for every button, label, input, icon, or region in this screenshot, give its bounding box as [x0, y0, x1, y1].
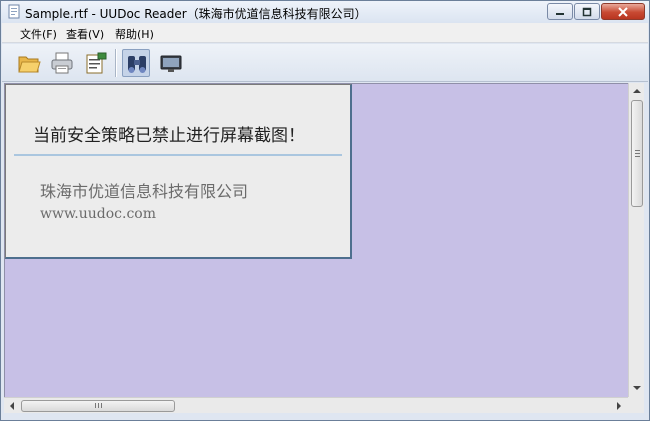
vertical-scroll-thumb[interactable]	[631, 100, 643, 207]
properties-icon	[86, 52, 107, 74]
find-icon	[128, 56, 146, 73]
scroll-down-arrow-icon[interactable]	[629, 380, 645, 396]
menu-file[interactable]: 文件(F)	[20, 26, 57, 42]
scroll-right-arrow-icon[interactable]	[611, 398, 627, 414]
app-window: Sample.rtf - UUDoc Reader（珠海市优道信息科技有限公司）…	[0, 0, 650, 421]
scroll-left-arrow-icon[interactable]	[4, 398, 20, 414]
maximize-button[interactable]	[574, 3, 600, 20]
fullscreen-icon	[160, 55, 182, 72]
close-icon	[602, 4, 644, 19]
open-button[interactable]	[15, 49, 43, 77]
app-icon	[6, 4, 22, 20]
close-button[interactable]	[601, 3, 645, 20]
horizontal-scrollbar[interactable]	[4, 397, 628, 413]
window-bottom-frame	[1, 413, 649, 420]
caption-buttons	[546, 3, 645, 21]
notice-divider	[14, 154, 342, 156]
minimize-button[interactable]	[547, 3, 573, 20]
menu-view[interactable]: 查看(V)	[66, 26, 104, 42]
print-button[interactable]	[48, 49, 76, 77]
company-name: 珠海市优道信息科技有限公司	[40, 182, 249, 201]
size-grip[interactable]	[628, 397, 644, 413]
menu-help[interactable]: 帮助(H)	[115, 26, 154, 42]
title-bar[interactable]: Sample.rtf - UUDoc Reader（珠海市优道信息科技有限公司）	[1, 1, 649, 23]
screenshot-blocked-notice: 当前安全策略已禁止进行屏幕截图！ 珠海市优道信息科技有限公司 www.uudoc…	[5, 84, 352, 259]
notice-message: 当前安全策略已禁止进行屏幕截图！	[33, 126, 305, 146]
minimize-icon	[548, 4, 572, 19]
scroll-up-arrow-icon[interactable]	[629, 83, 645, 99]
grip-icon	[635, 150, 640, 157]
toolbar-separator	[115, 49, 117, 77]
menu-bar: 文件(F) 查看(V) 帮助(H)	[2, 23, 648, 43]
toolbar	[2, 44, 648, 82]
properties-button[interactable]	[82, 49, 110, 77]
window-title: Sample.rtf - UUDoc Reader（珠海市优道信息科技有限公司）	[25, 7, 367, 21]
maximize-icon	[575, 4, 599, 19]
vertical-scrollbar[interactable]	[628, 83, 644, 397]
open-folder-icon	[18, 56, 41, 73]
horizontal-scroll-thumb[interactable]	[21, 400, 175, 412]
company-url: www.uudoc.com	[40, 206, 156, 222]
find-button[interactable]	[122, 49, 150, 77]
fullscreen-button[interactable]	[157, 49, 185, 77]
print-icon	[51, 52, 73, 74]
grip-icon	[95, 403, 102, 408]
